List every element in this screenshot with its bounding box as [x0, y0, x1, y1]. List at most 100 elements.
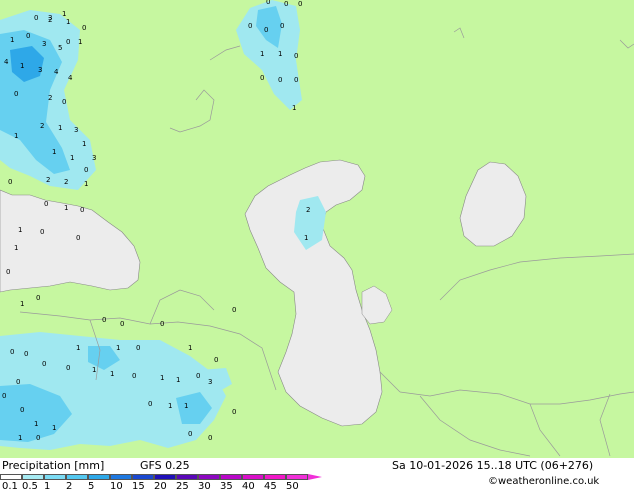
precipitation-map: 0 2 1011 03 54 1 3 442002 1 311 3112 2 110000101100 0… — [0, 0, 634, 458]
precip-value-label: 0 — [2, 392, 6, 400]
precip-value-label: 1 — [82, 140, 86, 148]
precip-value-label: 1 — [184, 402, 188, 410]
precip-value-label: 0 — [298, 0, 302, 8]
precip-value-label: 2 — [40, 122, 44, 130]
precip-value-label: 1 — [18, 226, 22, 234]
precip-value-label: 0 — [44, 200, 48, 208]
precip-value-label: 2 — [64, 178, 68, 186]
precip-value-label: 3 — [74, 126, 78, 134]
precip-value-label: 1 — [260, 50, 264, 58]
color-scale: 0.1 0.5 1 2 5 10 15 20 25 30 35 40 45 50 — [0, 474, 330, 494]
precip-value-label: 3 — [38, 66, 42, 74]
precip-value-label: 1 — [18, 434, 22, 442]
precip-value-label: 0 — [36, 434, 40, 442]
precip-value-label: 0 — [8, 178, 12, 186]
precip-value-label: 1 — [110, 370, 114, 378]
precip-value-label: 1 — [168, 402, 172, 410]
precip-value-label: 0 — [132, 372, 136, 380]
scale-value-label: 50 — [286, 481, 299, 492]
scale-value-label: 0.1 — [2, 481, 18, 492]
precip-value-label: 1 — [176, 376, 180, 384]
precip-value-label: 1 — [70, 154, 74, 162]
footer: Precipitation [mm] GFS 0.25 Sa 10-01-202… — [0, 458, 634, 492]
precip-value-label: 1 — [52, 148, 56, 156]
credit-link[interactable]: ©weatheronline.co.uk — [488, 476, 599, 487]
precip-value-label: 0 — [196, 372, 200, 380]
precip-value-label: 0 — [24, 350, 28, 358]
precip-value-label: 1 — [278, 50, 282, 58]
scale-value-label: 40 — [242, 481, 255, 492]
precip-value-label: 1 — [188, 344, 192, 352]
precip-value-label: 1 — [14, 132, 18, 140]
precip-value-label: 1 — [34, 420, 38, 428]
precip-value-label: 4 — [54, 68, 59, 76]
scale-value-label: 1 — [44, 481, 51, 492]
precip-value-label: 1 — [78, 38, 82, 46]
scale-swatch — [88, 474, 110, 480]
precip-value-label: 0 — [26, 32, 30, 40]
precip-value-label: 0 — [232, 306, 236, 314]
precip-value-label: 0 — [34, 14, 38, 22]
precip-value-label: 0 — [294, 76, 298, 84]
precip-value-label: 0 — [10, 348, 14, 356]
scale-swatch — [110, 474, 132, 480]
precip-value-label: 0 — [148, 400, 152, 408]
precip-value-label: 0 — [278, 76, 282, 84]
scale-swatch — [198, 474, 220, 480]
model-name: GFS 0.25 — [140, 459, 190, 472]
precip-value-label: 2 — [306, 206, 310, 214]
scale-swatch — [132, 474, 154, 480]
precip-value-label: 3 — [48, 14, 52, 22]
scale-swatch — [176, 474, 198, 480]
precip-value-label: 3 — [208, 378, 212, 386]
precip-value-label: 0 — [260, 74, 264, 82]
precip-value-label: 1 — [20, 300, 24, 308]
precip-value-label: 0 — [76, 234, 80, 242]
precip-value-label: 0 — [160, 320, 164, 328]
precip-value-label: 2 — [46, 176, 50, 184]
scale-value-label: 30 — [198, 481, 211, 492]
precip-value-label: 0 — [84, 166, 88, 174]
scale-value-label: 10 — [110, 481, 123, 492]
scale-swatch — [66, 474, 88, 480]
precip-value-label: 1 — [160, 374, 164, 382]
precip-value-label: 0 — [62, 98, 66, 106]
precip-value-label: 0 — [264, 26, 268, 34]
precip-value-label: 0 — [102, 316, 106, 324]
scale-swatch — [22, 474, 44, 480]
precip-value-label: 5 — [58, 44, 62, 52]
scale-value-label: 2 — [66, 481, 73, 492]
precip-value-label: 0 — [136, 344, 140, 352]
scale-value-label: 5 — [88, 481, 95, 492]
scale-swatch — [0, 474, 22, 480]
scale-value-label: 45 — [264, 481, 277, 492]
scale-value-label: 15 — [132, 481, 145, 492]
precip-value-label: 1 — [64, 204, 68, 212]
precip-value-label: 1 — [52, 424, 56, 432]
precip-value-label: 1 — [292, 104, 296, 112]
precip-value-label: 1 — [58, 124, 62, 132]
precip-value-label: 0 — [42, 360, 46, 368]
precip-value-label: 1 — [92, 366, 96, 374]
scale-swatch — [242, 474, 264, 480]
scale-swatch — [154, 474, 176, 480]
precip-value-label: 3 — [42, 40, 46, 48]
precip-value-label: 0 — [120, 320, 124, 328]
precip-value-label: 0 — [266, 0, 270, 6]
scale-value-label: 35 — [220, 481, 233, 492]
precip-value-label: 0 — [248, 22, 252, 30]
precip-value-label: 0 — [14, 90, 18, 98]
precip-value-label: 4 — [4, 58, 9, 66]
precip-value-label: 0 — [66, 38, 70, 46]
precip-value-label: 0 — [36, 294, 40, 302]
precip-value-label: 1 — [304, 234, 308, 242]
precip-value-label: 0 — [232, 408, 236, 416]
precip-value-label: 1 — [66, 18, 70, 26]
precip-value-label: 0 — [284, 0, 288, 8]
precip-value-label: 1 — [14, 244, 18, 252]
precip-value-label: 1 — [62, 10, 66, 18]
precip-value-label: 1 — [20, 62, 24, 70]
precip-value-label: 0 — [188, 430, 192, 438]
precip-value-label: 0 — [82, 24, 86, 32]
precip-value-label: 0 — [40, 228, 44, 236]
